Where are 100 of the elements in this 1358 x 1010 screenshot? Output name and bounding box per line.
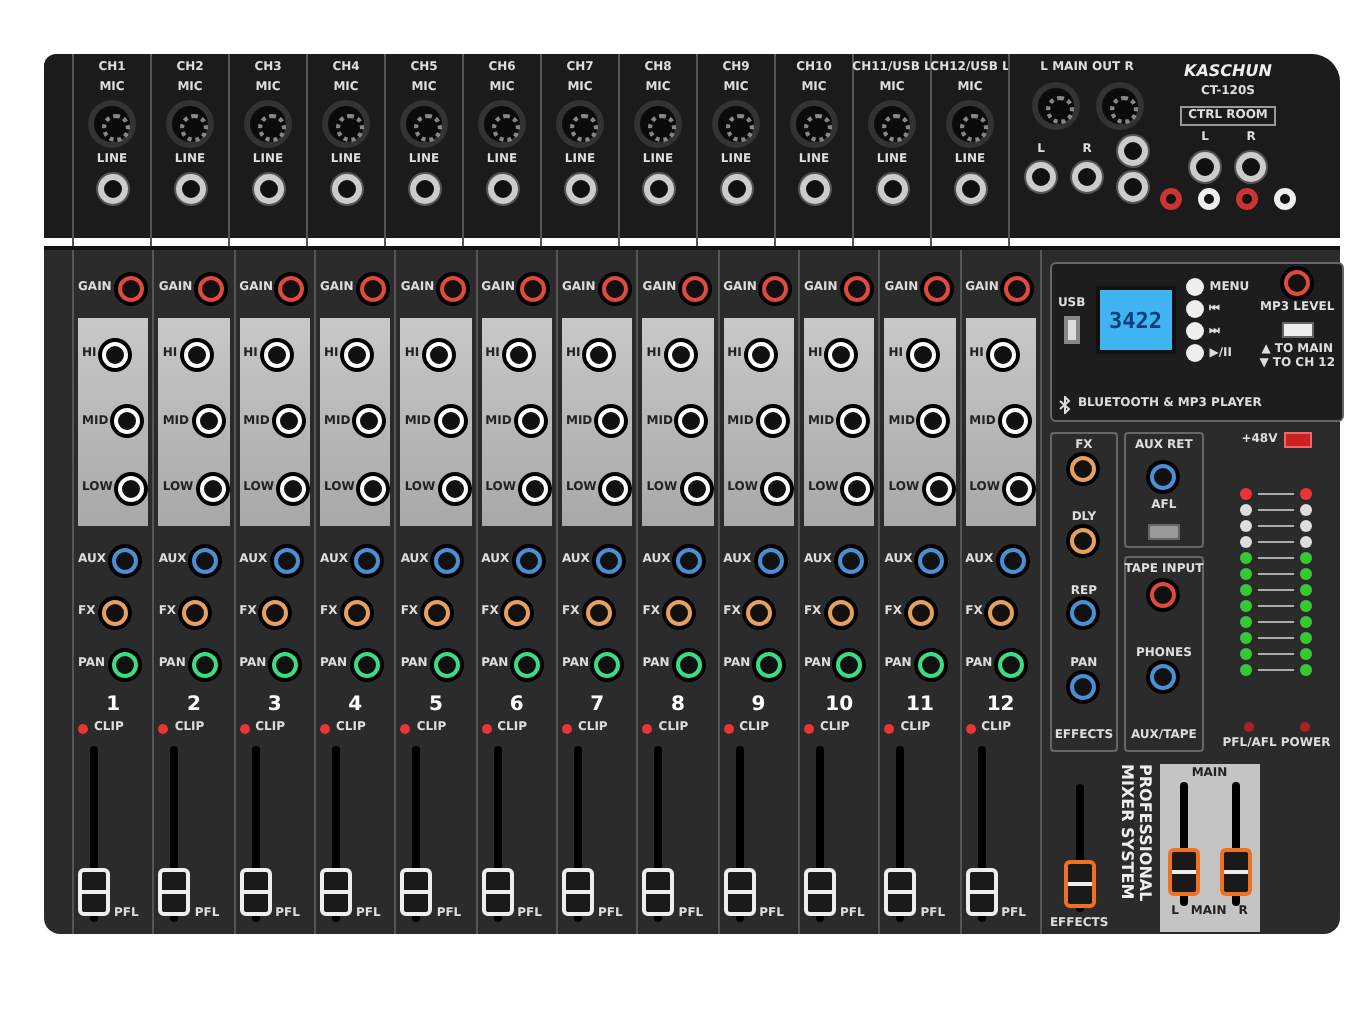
jack-socket-icon [721, 173, 751, 204]
jack-socket-icon [1236, 151, 1266, 182]
xlr-socket-icon [244, 100, 292, 149]
lcd-display: 3422 [1095, 286, 1176, 355]
knob[interactable] [433, 651, 460, 677]
indicator-led-icon [1244, 722, 1255, 733]
jack-socket-icon [1190, 151, 1220, 182]
clip-led-icon [965, 724, 976, 734]
knob[interactable] [1150, 463, 1177, 490]
knob[interactable] [424, 599, 451, 625]
channel-number: 11 [903, 694, 936, 716]
channel-number: 12 [984, 694, 1017, 716]
xlr-socket-icon [166, 100, 214, 149]
knob[interactable] [192, 547, 219, 573]
knob[interactable] [757, 547, 784, 573]
knob[interactable] [434, 547, 461, 573]
clip-led-icon [239, 724, 250, 734]
jack-socket-icon [955, 173, 985, 204]
channel-number: 5 [426, 694, 445, 716]
knob[interactable] [1070, 600, 1097, 627]
channel-number: 10 [823, 694, 856, 716]
knob[interactable] [182, 599, 209, 625]
knob[interactable] [746, 599, 773, 625]
jack-socket-icon [253, 173, 283, 204]
knob[interactable] [756, 651, 783, 677]
jack-socket-icon [97, 173, 127, 204]
jack-socket-icon [643, 173, 673, 204]
channel-number: 3 [265, 694, 284, 716]
knob[interactable] [111, 547, 138, 573]
channel-number: 1 [104, 694, 123, 716]
knob[interactable] [908, 599, 935, 625]
knob[interactable] [101, 599, 128, 625]
jack-socket-icon [487, 173, 517, 204]
knob[interactable] [111, 651, 138, 677]
indicator-led-icon [1300, 722, 1311, 733]
channel-number: 4 [346, 694, 365, 716]
xlr-socket-icon [88, 100, 136, 149]
knob[interactable] [272, 651, 299, 677]
knob[interactable] [917, 651, 944, 677]
channel-number: 2 [185, 694, 203, 716]
jack-socket-icon [799, 173, 829, 204]
clip-led-icon [642, 724, 653, 734]
jack-socket-icon [409, 173, 439, 204]
channel-number: 8 [668, 694, 687, 716]
jack-socket-icon [331, 173, 361, 204]
knob[interactable] [273, 547, 300, 573]
clip-led-icon [884, 724, 895, 734]
jack-socket-icon [1118, 171, 1148, 202]
knob[interactable] [1150, 664, 1177, 691]
xlr-socket-icon [322, 100, 370, 149]
slogan-text: PROFESSIONAL MIXER SYSTEM [1116, 764, 1152, 902]
rca-socket-icon [1160, 187, 1182, 210]
clip-led-icon [319, 724, 330, 734]
knob[interactable] [836, 651, 863, 677]
xlr-socket-icon [1031, 81, 1079, 130]
knob[interactable] [827, 599, 854, 625]
knob[interactable] [837, 547, 864, 573]
knob[interactable] [1070, 455, 1097, 482]
knob[interactable] [514, 651, 541, 677]
xlr-socket-icon [1095, 81, 1143, 130]
knob[interactable] [585, 599, 612, 625]
jack-socket-icon [1026, 162, 1056, 193]
knob[interactable] [353, 547, 380, 573]
knob[interactable] [353, 651, 379, 677]
fader-knob[interactable] [1167, 848, 1200, 897]
knob[interactable] [666, 599, 693, 625]
knob[interactable] [675, 651, 702, 677]
knob[interactable] [998, 651, 1025, 677]
channel-number: 7 [588, 694, 607, 716]
phantom-switch[interactable] [1283, 432, 1312, 448]
knob[interactable] [1070, 527, 1097, 554]
rca-socket-icon [1274, 187, 1296, 210]
knob[interactable] [504, 599, 531, 625]
knob[interactable] [594, 651, 621, 677]
knob[interactable] [262, 599, 289, 625]
clip-led-icon [481, 724, 492, 734]
fader-knob[interactable] [1063, 860, 1096, 909]
xlr-socket-icon [400, 100, 448, 149]
knob[interactable] [191, 651, 218, 677]
xlr-socket-icon [712, 100, 760, 149]
knob[interactable] [1070, 673, 1097, 700]
knob[interactable] [595, 547, 622, 573]
usb-port-icon [1063, 316, 1080, 345]
knob[interactable] [343, 599, 370, 625]
knob[interactable] [676, 547, 703, 573]
knob[interactable] [999, 547, 1026, 573]
knob[interactable] [515, 547, 542, 573]
xlr-socket-icon [478, 100, 526, 149]
fader-knob[interactable] [1219, 848, 1252, 897]
toggle-switch[interactable] [1147, 523, 1180, 540]
channel-number: 6 [507, 694, 526, 716]
clip-led-icon [723, 724, 734, 734]
bluetooth-icon [1057, 396, 1072, 414]
xlr-socket-icon [634, 100, 682, 149]
toggle-switch[interactable] [1281, 321, 1314, 338]
knob[interactable] [988, 599, 1015, 625]
xlr-socket-icon [556, 100, 604, 149]
jack-socket-icon [565, 173, 595, 204]
knob[interactable] [918, 547, 945, 573]
xlr-socket-icon [946, 100, 994, 149]
